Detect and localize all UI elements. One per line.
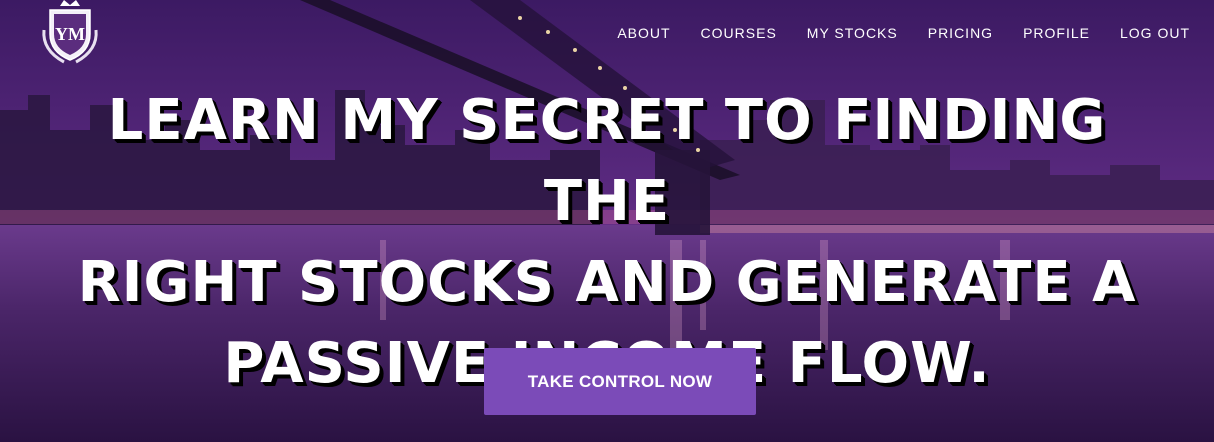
crest-logo-icon[interactable]: YM	[34, 0, 106, 66]
headline-line-1: LEARN MY SECRET TO FINDING THE	[107, 88, 1107, 234]
nav-link-about[interactable]: ABOUT	[602, 24, 685, 42]
headline-line-2: RIGHT STOCKS AND GENERATE A	[77, 250, 1137, 315]
nav-link-courses[interactable]: COURSES	[686, 24, 792, 42]
take-control-now-button[interactable]: TAKE CONTROL NOW	[484, 348, 756, 415]
logo-monogram: YM	[55, 24, 85, 44]
main-nav: ABOUT COURSES MY STOCKS PRICING PROFILE …	[602, 24, 1190, 42]
nav-link-my-stocks[interactable]: MY STOCKS	[792, 24, 913, 42]
hero-section: YM ABOUT COURSES MY STOCKS PRICING PROFI…	[0, 0, 1214, 442]
nav-link-log-out[interactable]: LOG OUT	[1105, 24, 1190, 42]
nav-link-profile[interactable]: PROFILE	[1008, 24, 1105, 42]
nav-link-pricing[interactable]: PRICING	[913, 24, 1008, 42]
